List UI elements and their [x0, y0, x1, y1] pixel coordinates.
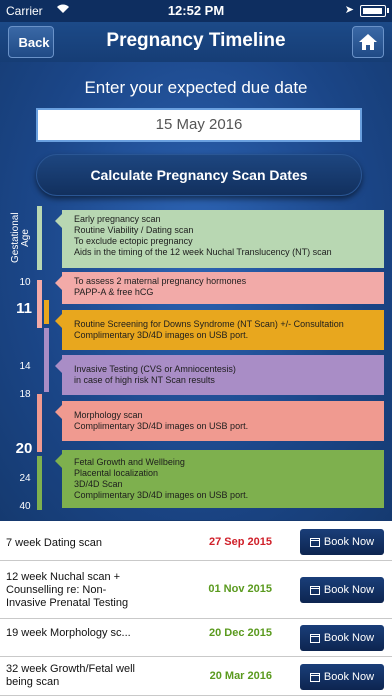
due-date-prompt: Enter your expected due date	[84, 78, 308, 97]
status-time: 12:52 PM	[167, 3, 225, 18]
timeline-bar	[44, 328, 49, 392]
book-now-button[interactable]: Book Now	[300, 529, 384, 555]
book-now-button[interactable]: Book Now	[300, 577, 384, 603]
calculate-button[interactable]: Calculate Pregnancy Scan Dates	[36, 154, 362, 196]
timeline-bar	[37, 394, 42, 452]
calendar-icon	[309, 634, 320, 643]
due-date-field[interactable]: 15 May 2016	[36, 108, 362, 142]
week-label: 14	[19, 361, 31, 372]
timeline-bar	[37, 280, 42, 328]
week-label: 10	[19, 277, 31, 288]
navigation-bar: Back Pregnancy Timeline	[0, 22, 392, 62]
timeline-card: To assess 2 maternal pregnancy hormones …	[55, 272, 384, 304]
scan-date: 01 Nov 2015	[208, 583, 272, 595]
list-item: 32 week Growth/Fetal well being scan 20 …	[0, 657, 392, 696]
book-now-button[interactable]: Book Now	[300, 625, 384, 651]
gestational-age-label: Gestational Age	[10, 212, 31, 263]
timeline-card: Routine Screening for Downs Syndrome (NT…	[55, 310, 384, 350]
status-bar: Carrier 12:52 PM ➤	[0, 0, 392, 22]
timeline-card: Invasive Testing (CVS or Amniocentesis) …	[55, 355, 384, 395]
scan-name: 19 week Morphology sc...	[6, 627, 131, 639]
timeline-bar	[44, 300, 49, 324]
week-label: 11	[16, 300, 32, 317]
location-icon: ➤	[344, 4, 354, 16]
list-item: 19 week Morphology sc... 20 Dec 2015 Boo…	[0, 619, 392, 657]
timeline-bar	[37, 456, 42, 510]
week-label: 40	[19, 501, 31, 512]
scan-name: 32 week Growth/Fetal well being scan	[6, 663, 135, 688]
home-icon	[359, 34, 377, 50]
scan-name: 7 week Dating scan	[6, 537, 102, 549]
timeline-card: Morphology scan Complimentary 3D/4D imag…	[55, 401, 384, 441]
timeline-bar	[37, 206, 42, 270]
battery-icon	[360, 5, 386, 17]
calendar-icon	[309, 673, 320, 682]
page-title: Pregnancy Timeline	[106, 30, 286, 51]
book-now-button[interactable]: Book Now	[300, 664, 384, 690]
timeline-card: Fetal Growth and Wellbeing Placental loc…	[55, 450, 384, 508]
home-button[interactable]	[352, 26, 384, 58]
week-label: 18	[19, 389, 31, 400]
scan-date: 20 Mar 2016	[209, 670, 272, 682]
timeline-card: Early pregnancy scan Routine Viability /…	[55, 210, 384, 268]
scan-date: 27 Sep 2015	[209, 536, 272, 548]
scan-date: 20 Dec 2015	[209, 627, 272, 639]
week-label: 20	[15, 440, 33, 457]
week-label: 24	[19, 473, 31, 484]
calendar-icon	[309, 586, 320, 595]
list-item: 7 week Dating scan 27 Sep 2015 Book Now	[0, 521, 392, 561]
list-item: 12 week Nuchal scan + Counselling re: No…	[0, 561, 392, 619]
booking-list: 7 week Dating scan 27 Sep 2015 Book Now …	[0, 521, 392, 696]
calendar-icon	[309, 538, 320, 547]
scan-name: 12 week Nuchal scan + Counselling re: No…	[6, 571, 129, 609]
